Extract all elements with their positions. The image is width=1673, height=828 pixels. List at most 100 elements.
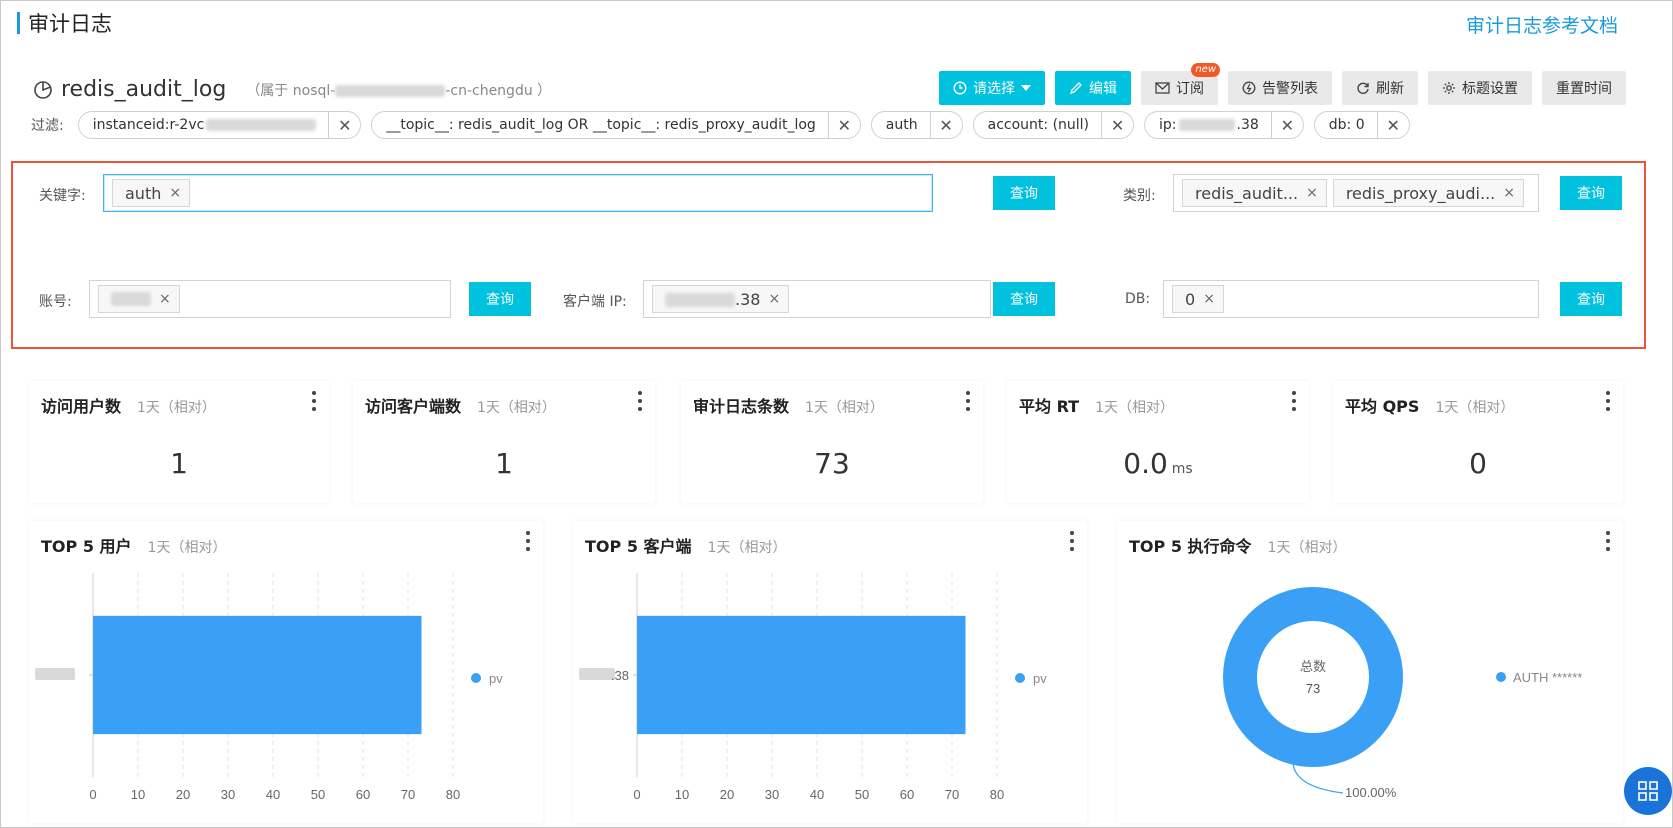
- top-clients-chart: 0 10 20 30 40 50 60 70 80 .38 pv: [579, 573, 1047, 802]
- category-input[interactable]: redis_audit... × redis_proxy_audi... ×: [1173, 174, 1539, 212]
- logstore-name: redis_audit_log: [61, 77, 227, 102]
- tag-text: auth: [125, 183, 162, 203]
- close-icon[interactable]: ✕: [1376, 112, 1409, 138]
- close-icon[interactable]: ×: [169, 185, 181, 201]
- close-icon[interactable]: ×: [768, 291, 780, 307]
- x-tick-label: 60: [900, 787, 914, 802]
- card-title: 审计日志条数 1天（相对）: [693, 393, 884, 417]
- stat-number: 0: [1469, 447, 1487, 480]
- db-tag: 0 ×: [1172, 285, 1224, 313]
- title-accent-bar: [17, 12, 20, 34]
- stat-number: 0.0: [1123, 447, 1168, 480]
- app-grid-button[interactable]: [1624, 767, 1672, 815]
- keyword-tag: auth ×: [112, 179, 191, 207]
- reset-time-button[interactable]: 重置时间: [1542, 71, 1626, 105]
- doc-link[interactable]: 审计日志参考文档: [1466, 11, 1618, 38]
- close-icon[interactable]: ✕: [827, 112, 860, 138]
- x-tick-label: 10: [131, 787, 145, 802]
- tag-text: 0: [1185, 289, 1196, 309]
- filter-chip-account[interactable]: account: (null) ✕: [972, 111, 1135, 139]
- close-icon[interactable]: ×: [1203, 291, 1215, 307]
- alert-list-button[interactable]: 告警列表: [1228, 71, 1332, 105]
- category-query-button[interactable]: 查询: [1560, 176, 1622, 210]
- close-icon[interactable]: ×: [1503, 185, 1515, 201]
- keyword-query-button[interactable]: 查询: [993, 176, 1055, 210]
- filter-chip-db[interactable]: db: 0 ✕: [1313, 111, 1410, 139]
- x-tick-label: 0: [633, 787, 640, 802]
- pie-slice: [1223, 587, 1403, 767]
- edit-button[interactable]: 编辑: [1055, 71, 1131, 105]
- x-tick-label: 60: [356, 787, 370, 802]
- top-users-chart: 0 10 20 30 40 50 60 70 80 pv: [35, 573, 503, 802]
- more-icon[interactable]: [637, 391, 643, 411]
- close-icon[interactable]: ✕: [929, 112, 962, 138]
- x-tick-label: 50: [855, 787, 869, 802]
- redacted-category: [35, 668, 75, 680]
- account-query-button[interactable]: 查询: [469, 282, 531, 316]
- account-input[interactable]: ×: [89, 280, 451, 318]
- x-tick-label: 80: [990, 787, 1004, 802]
- clock-icon: [953, 81, 967, 95]
- stat-value: 0: [1333, 447, 1623, 480]
- card-title: 平均 RT 1天（相对）: [1019, 393, 1174, 417]
- x-tick-label: 30: [765, 787, 779, 802]
- x-tick-label: 40: [810, 787, 824, 802]
- tag-text: redis_proxy_audi...: [1345, 183, 1496, 203]
- chip-suffix: .38: [1236, 117, 1259, 133]
- x-tick-label: 30: [221, 787, 235, 802]
- filter-chip-ip[interactable]: ip: .38 ✕: [1144, 111, 1304, 139]
- redacted-category: [579, 668, 615, 680]
- subscribe-button[interactable]: 订阅 new: [1141, 63, 1220, 105]
- card-title-text: 平均 RT: [1019, 397, 1080, 416]
- filter-chip-topic[interactable]: __topic__: redis_audit_log OR __topic__:…: [371, 111, 861, 139]
- redacted-account: [111, 292, 151, 306]
- chart-card-top-users: TOP 5 用户 1天（相对） 0 10 20 30 40 50 60 70 80 pv: [29, 521, 543, 823]
- stat-unit: ms: [1171, 461, 1193, 477]
- close-icon[interactable]: ✕: [1101, 112, 1133, 138]
- y-tick-label: .38: [611, 668, 629, 683]
- card-title-text: 审计日志条数: [693, 397, 790, 416]
- filter-chip-instanceid[interactable]: instanceid:r-2vc ✕: [77, 111, 362, 139]
- close-icon[interactable]: ✕: [1270, 112, 1303, 138]
- card-title: 访问客户端数 1天（相对）: [365, 393, 556, 417]
- client-ip-input[interactable]: .38 ×: [643, 280, 991, 318]
- tag-text: .38: [665, 290, 760, 309]
- db-query-button[interactable]: 查询: [1560, 282, 1622, 316]
- alerts-label: 告警列表: [1262, 81, 1318, 97]
- stat-value: 73: [681, 447, 983, 480]
- close-icon[interactable]: ×: [159, 291, 171, 307]
- title-settings-button[interactable]: 标题设置: [1428, 71, 1532, 105]
- refresh-button[interactable]: 刷新: [1342, 71, 1418, 105]
- card-title-text: 访问客户端数: [365, 397, 462, 416]
- select-time-button[interactable]: 请选择: [939, 71, 1045, 105]
- pencil-icon: [1069, 82, 1082, 95]
- gear-icon: [1443, 82, 1455, 94]
- card-title: 平均 QPS 1天（相对）: [1345, 393, 1514, 417]
- more-icon[interactable]: [311, 391, 317, 411]
- card-title: 访问用户数 1天（相对）: [41, 393, 216, 417]
- pie-center-value: 73: [1306, 681, 1320, 696]
- filter-chip-auth[interactable]: auth ✕: [870, 111, 963, 139]
- stat-card-avg-qps: 平均 QPS 1天（相对） 0: [1333, 381, 1623, 503]
- close-icon[interactable]: ✕: [328, 112, 360, 138]
- db-input[interactable]: 0 ×: [1163, 280, 1539, 318]
- chip-text: account: (null): [987, 117, 1090, 133]
- client-ip-query-button[interactable]: 查询: [993, 282, 1055, 316]
- stat-value: 1: [29, 447, 329, 480]
- subscribe-label: 订阅: [1176, 81, 1204, 97]
- project-prefix: （属于 nosql-: [246, 82, 336, 99]
- x-tick-label: 80: [446, 787, 460, 802]
- keyword-input[interactable]: auth ×: [103, 174, 933, 212]
- chart-card-top-clients: TOP 5 客户端 1天（相对） 0 10 20 30 40 50 60 70 80.38 pv: [573, 521, 1087, 823]
- x-tick-label: 50: [311, 787, 325, 802]
- redacted-ip: [1178, 119, 1235, 131]
- x-tick-label: 20: [720, 787, 734, 802]
- category-tag: redis_proxy_audi... ×: [1332, 179, 1524, 207]
- card-subtitle: 1天（相对）: [477, 400, 556, 416]
- more-icon[interactable]: [965, 391, 971, 411]
- close-icon[interactable]: ×: [1306, 185, 1318, 201]
- account-tag: ×: [98, 285, 180, 313]
- client-ip-tag: .38 ×: [652, 285, 790, 313]
- more-icon[interactable]: [1291, 391, 1297, 411]
- more-icon[interactable]: [1605, 391, 1611, 411]
